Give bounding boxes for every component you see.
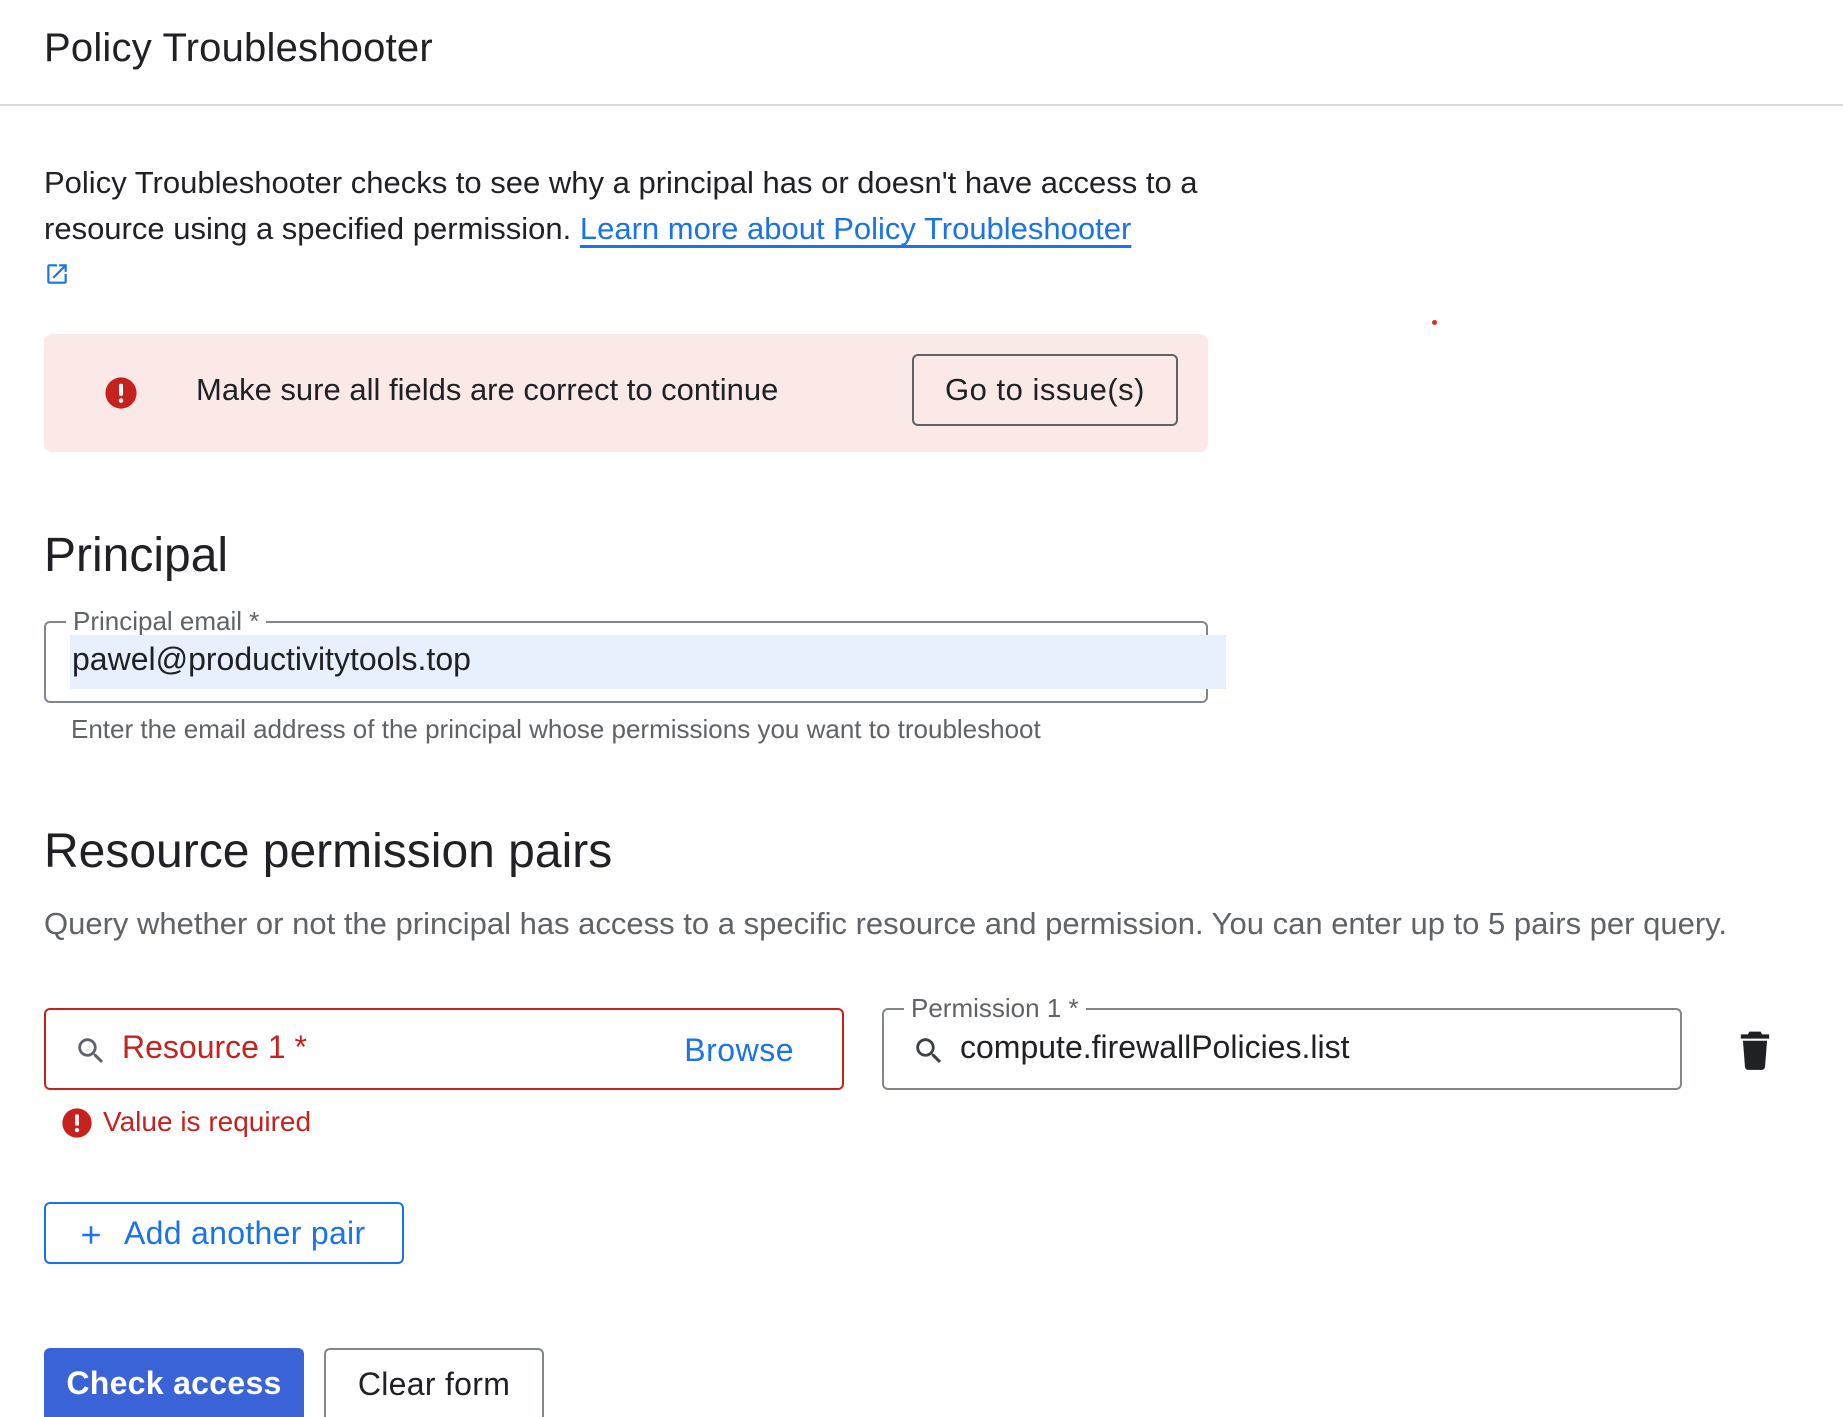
error-icon xyxy=(62,1108,92,1138)
error-alert-banner: Make sure all fields are correct to cont… xyxy=(44,334,1208,452)
permission-1-label: Permission 1 * xyxy=(904,992,1086,1024)
external-link-icon[interactable] xyxy=(44,261,70,287)
principal-email-value[interactable]: pawel@productivitytools.top xyxy=(72,641,471,678)
principal-heading: Principal xyxy=(44,529,229,582)
resource-pairs-description: Query whether or not the principal has a… xyxy=(44,906,1727,941)
learn-more-link[interactable]: Learn more about Policy Troubleshooter xyxy=(580,211,1131,246)
decorative-dot xyxy=(1432,320,1437,325)
principal-email-label: Principal email * xyxy=(66,605,267,637)
clear-form-button[interactable]: Clear form xyxy=(324,1348,544,1417)
resource-1-label: Resource 1 * xyxy=(122,1029,307,1065)
check-access-button[interactable]: Check access xyxy=(44,1348,304,1417)
intro-paragraph: Policy Troubleshooter checks to see why … xyxy=(44,160,1244,298)
add-another-pair-label: Add another pair xyxy=(124,1214,366,1251)
plus-icon xyxy=(82,1226,100,1244)
permission-1-field[interactable]: Permission 1 * compute.firewallPolicies.… xyxy=(882,992,1682,1090)
resource-1-error: Value is required xyxy=(103,1106,312,1137)
trash-icon[interactable] xyxy=(1738,1030,1772,1070)
policy-troubleshooter-page: Policy Troubleshooter Policy Troubleshoo… xyxy=(0,0,1843,1417)
browse-button[interactable]: Browse xyxy=(684,1032,794,1069)
page-title: Policy Troubleshooter xyxy=(44,26,433,70)
permission-1-value[interactable]: compute.firewallPolicies.list xyxy=(960,1029,1349,1066)
resource-1-field[interactable]: Resource 1 * Browse xyxy=(44,1008,844,1090)
add-another-pair-button[interactable]: Add another pair xyxy=(44,1202,404,1264)
search-icon xyxy=(916,1038,942,1064)
search-icon xyxy=(78,1038,104,1064)
principal-email-helper: Enter the email address of the principal… xyxy=(71,714,1041,744)
error-icon xyxy=(105,377,137,409)
resource-pairs-heading: Resource permission pairs xyxy=(44,825,613,878)
principal-email-field[interactable]: Principal email * pawel@productivitytool… xyxy=(44,605,1226,703)
page-header: Policy Troubleshooter xyxy=(0,0,1843,106)
go-to-issues-button[interactable]: Go to issue(s) xyxy=(912,354,1178,426)
alert-message: Make sure all fields are correct to cont… xyxy=(196,372,779,407)
